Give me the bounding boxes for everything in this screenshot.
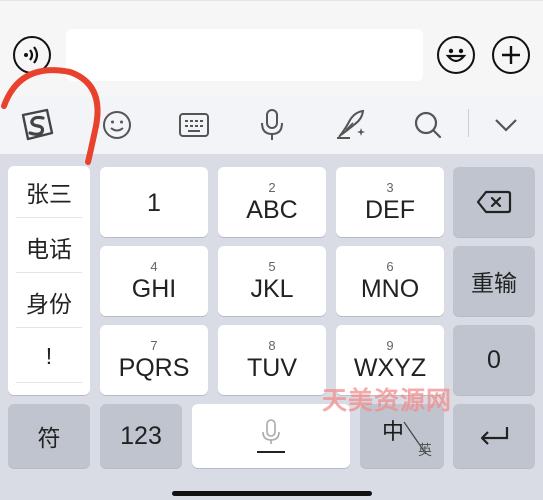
voice-typing-button[interactable] xyxy=(252,105,292,145)
key-label: ABC xyxy=(246,195,298,224)
keyboard-body: 张三 电话 身份 ! 1 2 ABC 3 DEF 4 GHI 5 JKL 6 M… xyxy=(0,154,543,500)
key-digit: 9 xyxy=(386,337,394,353)
reenter-key[interactable]: 重输 xyxy=(453,246,535,316)
key-label: 0 xyxy=(487,346,501,374)
key-digit: 7 xyxy=(150,337,158,353)
key-label: GHI xyxy=(131,274,177,303)
emoji-button[interactable] xyxy=(437,36,475,74)
candidate-item[interactable]: 电话 xyxy=(16,221,82,273)
return-icon xyxy=(480,427,509,445)
numbers-key[interactable]: 123 xyxy=(100,404,182,468)
sogou-logo-button[interactable] xyxy=(17,105,57,145)
key-0[interactable]: 0 xyxy=(453,325,535,395)
key-7-pqrs[interactable]: 7 PQRS xyxy=(100,325,208,395)
backspace-key[interactable] xyxy=(453,167,535,237)
voice-input-button[interactable] xyxy=(13,36,51,74)
key-8-tuv[interactable]: 8 TUV xyxy=(218,325,326,395)
keyboard-switch-button[interactable] xyxy=(174,105,214,145)
backspace-icon xyxy=(476,190,512,214)
language-switch-key[interactable]: 中 英 xyxy=(360,404,444,468)
emoji-panel-button[interactable] xyxy=(97,105,137,145)
voice-wave-icon xyxy=(24,46,39,64)
collapse-keyboard-button[interactable] xyxy=(486,105,526,145)
key-label: PQRS xyxy=(118,353,190,382)
chevron-down-icon xyxy=(495,119,517,132)
more-options-button[interactable] xyxy=(492,36,530,74)
key-label: WXYZ xyxy=(353,353,427,382)
key-digit: 2 xyxy=(268,179,276,195)
key-label: 符 xyxy=(37,425,61,451)
key-digit: 4 xyxy=(150,258,158,274)
toolbar-divider xyxy=(468,109,469,137)
plus-icon xyxy=(502,46,520,64)
search-button[interactable] xyxy=(408,105,448,145)
key-label: MNO xyxy=(360,274,420,303)
quill-pen-icon xyxy=(337,109,365,139)
microphone-icon xyxy=(261,109,283,140)
smiley-face-icon xyxy=(445,48,467,63)
search-icon xyxy=(414,111,442,139)
chat-input-bar xyxy=(0,0,543,97)
handwriting-button[interactable] xyxy=(331,105,371,145)
key-label: 123 xyxy=(120,422,162,450)
key-digit: 8 xyxy=(268,337,276,353)
home-indicator xyxy=(172,491,372,496)
candidate-item[interactable]: 身份 xyxy=(16,276,82,328)
key-3-def[interactable]: 3 DEF xyxy=(336,167,444,237)
key-digit: 6 xyxy=(386,258,394,274)
space-key[interactable] xyxy=(192,404,350,468)
key-sublabel: 英 xyxy=(418,442,432,458)
key-1[interactable]: 1 xyxy=(100,167,208,237)
key-digit: 5 xyxy=(268,258,276,274)
key-6-mno[interactable]: 6 MNO xyxy=(336,246,444,316)
key-label: 1 xyxy=(147,189,161,217)
symbol-key[interactable]: 符 xyxy=(8,404,90,468)
enter-key[interactable] xyxy=(453,404,535,468)
microphone-icon xyxy=(257,419,285,453)
key-digit: 3 xyxy=(386,179,394,195)
sogou-logo-icon xyxy=(21,108,54,141)
keyboard-icon xyxy=(179,113,209,137)
keyboard-toolbar xyxy=(0,97,543,154)
key-label: JKL xyxy=(250,274,294,303)
message-input[interactable] xyxy=(66,29,423,81)
candidate-item[interactable]: ! xyxy=(16,331,82,383)
key-9-wxyz[interactable]: 9 WXYZ xyxy=(336,325,444,395)
key-label: DEF xyxy=(365,195,415,224)
key-2-abc[interactable]: 2 ABC xyxy=(218,167,326,237)
key-5-jkl[interactable]: 5 JKL xyxy=(218,246,326,316)
key-4-ghi[interactable]: 4 GHI xyxy=(100,246,208,316)
candidate-item[interactable]: 张三 xyxy=(16,166,82,218)
key-label: 重输 xyxy=(471,270,517,296)
key-label: TUV xyxy=(247,353,297,382)
candidate-list: 张三 电话 身份 ! xyxy=(8,166,90,395)
smiley-icon xyxy=(103,111,131,139)
